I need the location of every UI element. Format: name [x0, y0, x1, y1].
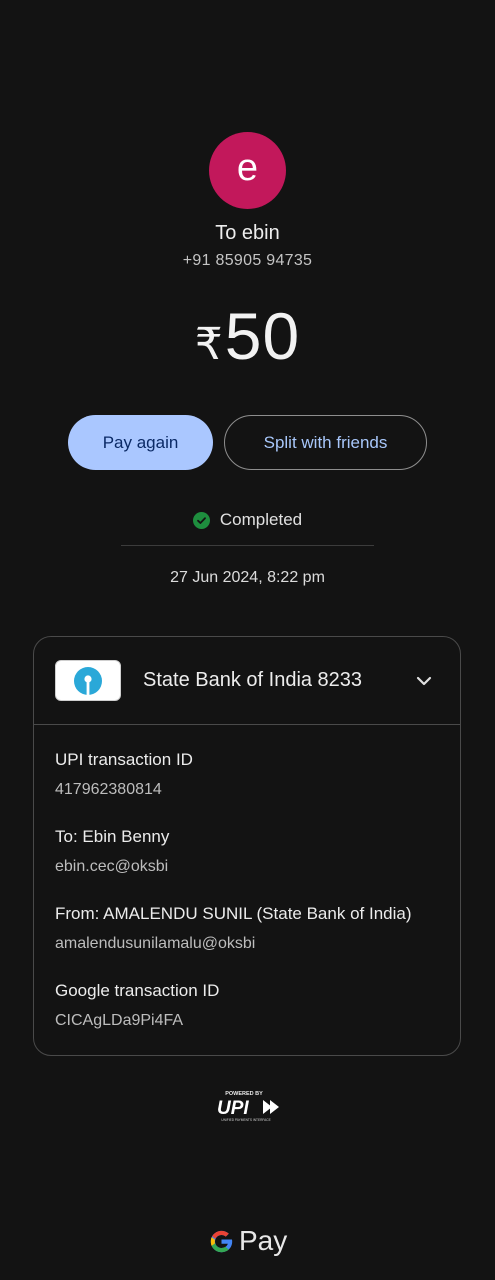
amount-value: 50: [224, 299, 301, 373]
transaction-details-screen: e To ebin +91 85905 94735 ₹ 50 Pay again…: [0, 0, 495, 1280]
upi-transaction-id-label: UPI transaction ID: [55, 750, 193, 769]
recipient-phone: +91 85905 94735: [182, 252, 313, 269]
check-circle-icon: [192, 511, 210, 529]
chevron-down-icon[interactable]: [414, 671, 434, 691]
google-g-icon: [210, 1230, 233, 1252]
from-account-value: amalendusunilamalu@oksbi: [55, 935, 256, 952]
bank-name: State Bank of India 8233: [143, 669, 363, 691]
amount: ₹ 50: [0, 298, 495, 374]
upi-logo: POWERED BY UPI UNIFIED PAYMENTS INTERFAC…: [214, 1088, 282, 1124]
currency-symbol: ₹: [194, 320, 223, 369]
from-account-label: From: AMALENDU SUNIL (State Bank of Indi…: [55, 904, 412, 923]
upi-tagline: UNIFIED PAYMENTS INTERFACE: [221, 1118, 270, 1122]
google-pay-logo: Pay: [208, 1224, 287, 1258]
to-account-label: To: Ebin Benny: [55, 827, 170, 846]
upi-transaction-id-value: 417962380814: [55, 781, 162, 798]
pay-again-button[interactable]: Pay again: [68, 415, 213, 470]
transaction-datetime: 27 Jun 2024, 8:22 pm: [170, 569, 325, 586]
google-transaction-id-label: Google transaction ID: [55, 981, 220, 1000]
avatar-letter: e: [236, 146, 259, 189]
bank-account-header[interactable]: State Bank of India 8233: [34, 637, 460, 725]
google-transaction-id-value: CICAgLDa9Pi4FA: [55, 1012, 184, 1029]
recipient-name: To ebin: [215, 222, 280, 244]
to-account-value: ebin.cec@oksbi: [55, 858, 169, 875]
status-row: Completed: [0, 510, 495, 530]
upi-mark: UPI: [217, 1098, 249, 1119]
gpay-label: Pay: [239, 1225, 288, 1256]
bank-details-card: State Bank of India 8233 UPI transaction…: [33, 636, 461, 1056]
sbi-logo-icon: [55, 660, 121, 701]
split-with-friends-button[interactable]: Split with friends: [224, 415, 427, 470]
upi-powered-by: POWERED BY: [225, 1091, 263, 1097]
divider: [121, 545, 374, 546]
status-label: Completed: [219, 510, 303, 529]
avatar: e: [209, 132, 286, 209]
